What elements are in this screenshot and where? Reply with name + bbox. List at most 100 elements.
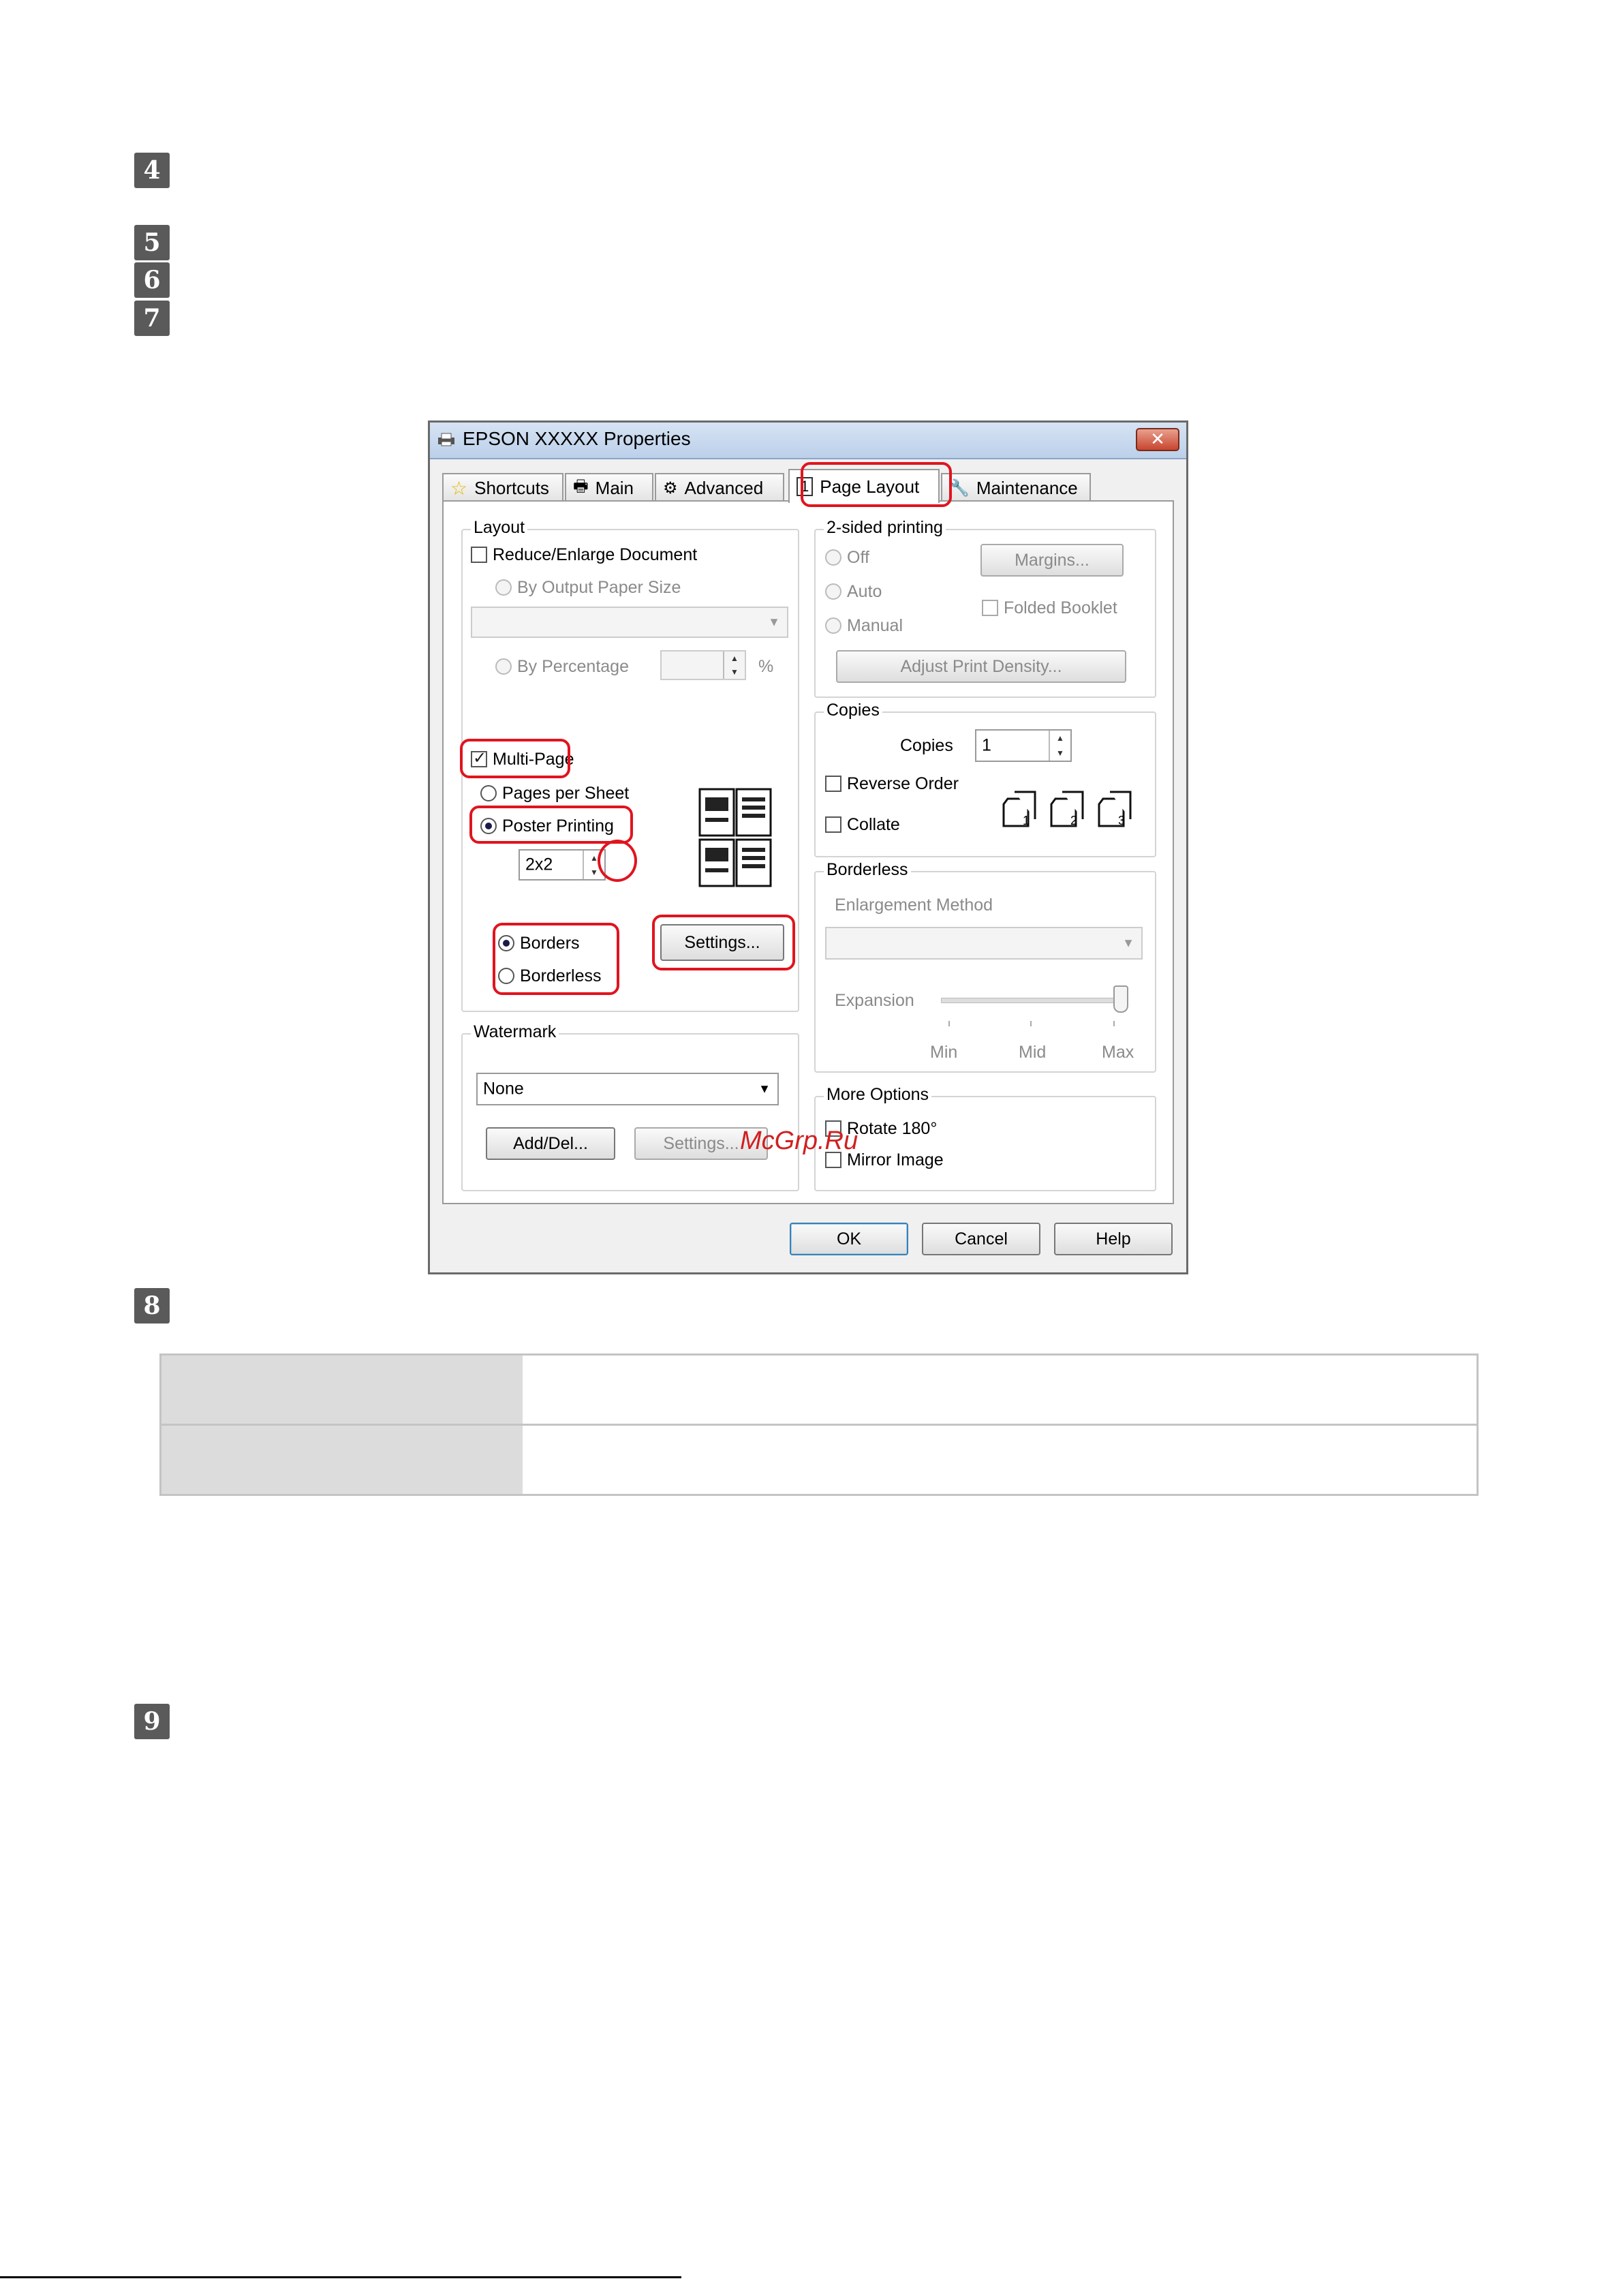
copies-group: Copies Copies 1 ▲ ▼ Reverse Order Collate… xyxy=(814,701,1156,857)
spin-down-icon[interactable]: ▼ xyxy=(584,865,604,879)
by-percentage-label: By Percentage xyxy=(517,657,629,676)
spin-up-icon[interactable]: ▲ xyxy=(724,652,745,665)
percentage-stepper[interactable]: ▲ ▼ xyxy=(660,650,746,680)
more-options-group: More Options Rotate 180° Mirror Image xyxy=(814,1085,1156,1191)
multi-page-checkbox[interactable] xyxy=(471,748,487,767)
chevron-down-icon: ▼ xyxy=(1122,936,1134,950)
watermark-select[interactable]: None ▼ xyxy=(476,1073,779,1105)
margins-button[interactable]: Margins... xyxy=(980,544,1124,577)
spin-up-icon[interactable]: ▲ xyxy=(584,851,604,865)
table-row xyxy=(159,1353,1479,1426)
tab-page-layout[interactable]: 1 Page Layout xyxy=(788,469,940,503)
slider-tick xyxy=(948,1021,950,1026)
step-9-badge: 9 xyxy=(134,1704,170,1739)
two-sided-group-label: 2-sided printing xyxy=(824,518,946,538)
borderless-radio[interactable] xyxy=(498,968,514,984)
percent-sign: % xyxy=(758,657,774,676)
svg-text:1: 1 xyxy=(1023,814,1030,827)
tab-maintenance[interactable]: 🔧 Maintenance xyxy=(941,473,1091,502)
percentage-spin-buttons[interactable]: ▲ ▼ xyxy=(723,652,745,679)
borderless-label: Borderless xyxy=(520,966,602,985)
expansion-max-label: Max xyxy=(1102,1043,1134,1062)
two-sided-off-radio[interactable] xyxy=(825,549,841,566)
chevron-down-icon: ▼ xyxy=(758,1082,771,1096)
expansion-slider-track[interactable] xyxy=(941,998,1122,1003)
svg-text:3: 3 xyxy=(1118,814,1125,827)
tab-advanced[interactable]: ⚙ Advanced xyxy=(655,473,784,502)
reverse-order-label: Reverse Order xyxy=(847,774,959,793)
adjust-print-density-button[interactable]: Adjust Print Density... xyxy=(836,650,1126,683)
reduce-enlarge-checkbox[interactable] xyxy=(471,547,487,563)
spin-down-icon[interactable]: ▼ xyxy=(1050,746,1070,761)
collate-pages-icon: 1 2 3 xyxy=(1002,791,1132,827)
watermark-value: None xyxy=(483,1079,524,1099)
tab-shortcuts[interactable]: ☆ Shortcuts xyxy=(442,473,563,502)
layout-group: Layout Reduce/Enlarge Document By Output… xyxy=(461,518,799,1012)
two-sided-auto-label: Auto xyxy=(847,582,882,601)
poster-size-value: 2x2 xyxy=(525,855,553,874)
chevron-down-icon: ▼ xyxy=(768,615,780,629)
folded-booklet-label: Folded Booklet xyxy=(1004,598,1117,617)
pages-per-sheet-radio[interactable] xyxy=(480,785,497,801)
svg-text:2: 2 xyxy=(1070,814,1077,827)
step-4-badge: 4 xyxy=(134,153,170,188)
ok-button[interactable]: OK xyxy=(790,1223,908,1255)
layout-group-label: Layout xyxy=(471,518,528,538)
copies-stepper[interactable]: 1 ▲ ▼ xyxy=(975,729,1072,762)
rotate-180-label: Rotate 180° xyxy=(847,1119,938,1138)
expansion-label: Expansion xyxy=(835,991,914,1010)
site-watermark: McGrp.Ru xyxy=(740,1127,859,1155)
output-paper-size-select[interactable]: ▼ xyxy=(471,607,788,638)
copies-spin-buttons[interactable]: ▲ ▼ xyxy=(1049,731,1070,761)
expansion-slider-thumb[interactable] xyxy=(1113,985,1128,1013)
enlargement-method-select[interactable]: ▼ xyxy=(825,927,1143,960)
two-sided-manual-radio[interactable] xyxy=(825,617,841,634)
reverse-order-checkbox[interactable] xyxy=(825,776,841,792)
poster-settings-button[interactable]: Settings... xyxy=(660,924,784,961)
star-icon: ☆ xyxy=(450,477,468,499)
more-options-group-label: More Options xyxy=(824,1085,932,1105)
poster-preview-icon xyxy=(698,788,772,887)
step-6-badge: 6 xyxy=(134,262,170,298)
tab-label: Shortcuts xyxy=(474,477,549,498)
borders-radio[interactable] xyxy=(498,935,514,951)
spin-up-icon[interactable]: ▲ xyxy=(1050,731,1070,746)
dialog-title: EPSON XXXXX Properties xyxy=(463,428,691,449)
spin-down-icon[interactable]: ▼ xyxy=(724,665,745,679)
tab-main[interactable]: 🖶 Main xyxy=(565,473,653,502)
copies-value: 1 xyxy=(982,735,991,755)
page-icon: 1 xyxy=(797,477,814,496)
tab-label: Main xyxy=(595,477,634,498)
table-cell xyxy=(523,1426,1477,1494)
close-button[interactable]: ✕ xyxy=(1136,428,1179,451)
by-output-paper-size-radio[interactable] xyxy=(495,579,512,596)
watermark-group-label: Watermark xyxy=(471,1022,559,1042)
folded-booklet-checkbox[interactable] xyxy=(982,600,998,616)
printer-icon xyxy=(438,433,454,446)
copies-group-label: Copies xyxy=(824,701,882,720)
cancel-button[interactable]: Cancel xyxy=(922,1223,1040,1255)
two-sided-auto-radio[interactable] xyxy=(825,583,841,600)
collate-label: Collate xyxy=(847,815,900,834)
pages-per-sheet-label: Pages per Sheet xyxy=(502,784,630,803)
watermark-add-del-button[interactable]: Add/Del... xyxy=(486,1127,615,1160)
by-output-paper-size-label: By Output Paper Size xyxy=(517,578,681,597)
page-footer-rule xyxy=(0,2276,681,2278)
collate-checkbox[interactable] xyxy=(825,816,841,833)
table-row xyxy=(159,1424,1479,1496)
expansion-min-label: Min xyxy=(930,1043,958,1062)
borderless-group: Borderless Enlargement Method ▼ Expansio… xyxy=(814,860,1156,1073)
poster-printing-radio[interactable] xyxy=(480,818,497,834)
slider-tick xyxy=(1113,1021,1115,1026)
step-7-badge: 7 xyxy=(134,301,170,336)
help-button[interactable]: Help xyxy=(1054,1223,1173,1255)
dialog-titlebar[interactable]: EPSON XXXXX Properties ✕ xyxy=(430,423,1186,459)
poster-spin-buttons[interactable]: ▲ ▼ xyxy=(583,851,604,879)
close-icon: ✕ xyxy=(1150,429,1165,450)
page-layout-panel: Layout Reduce/Enlarge Document By Output… xyxy=(442,500,1174,1204)
poster-size-stepper[interactable]: 2x2 ▲ ▼ xyxy=(519,849,606,881)
expansion-mid-label: Mid xyxy=(1019,1043,1047,1062)
by-percentage-radio[interactable] xyxy=(495,658,512,675)
two-sided-group: 2-sided printing Off Auto Manual Margins… xyxy=(814,518,1156,698)
step-8-badge: 8 xyxy=(134,1288,170,1323)
